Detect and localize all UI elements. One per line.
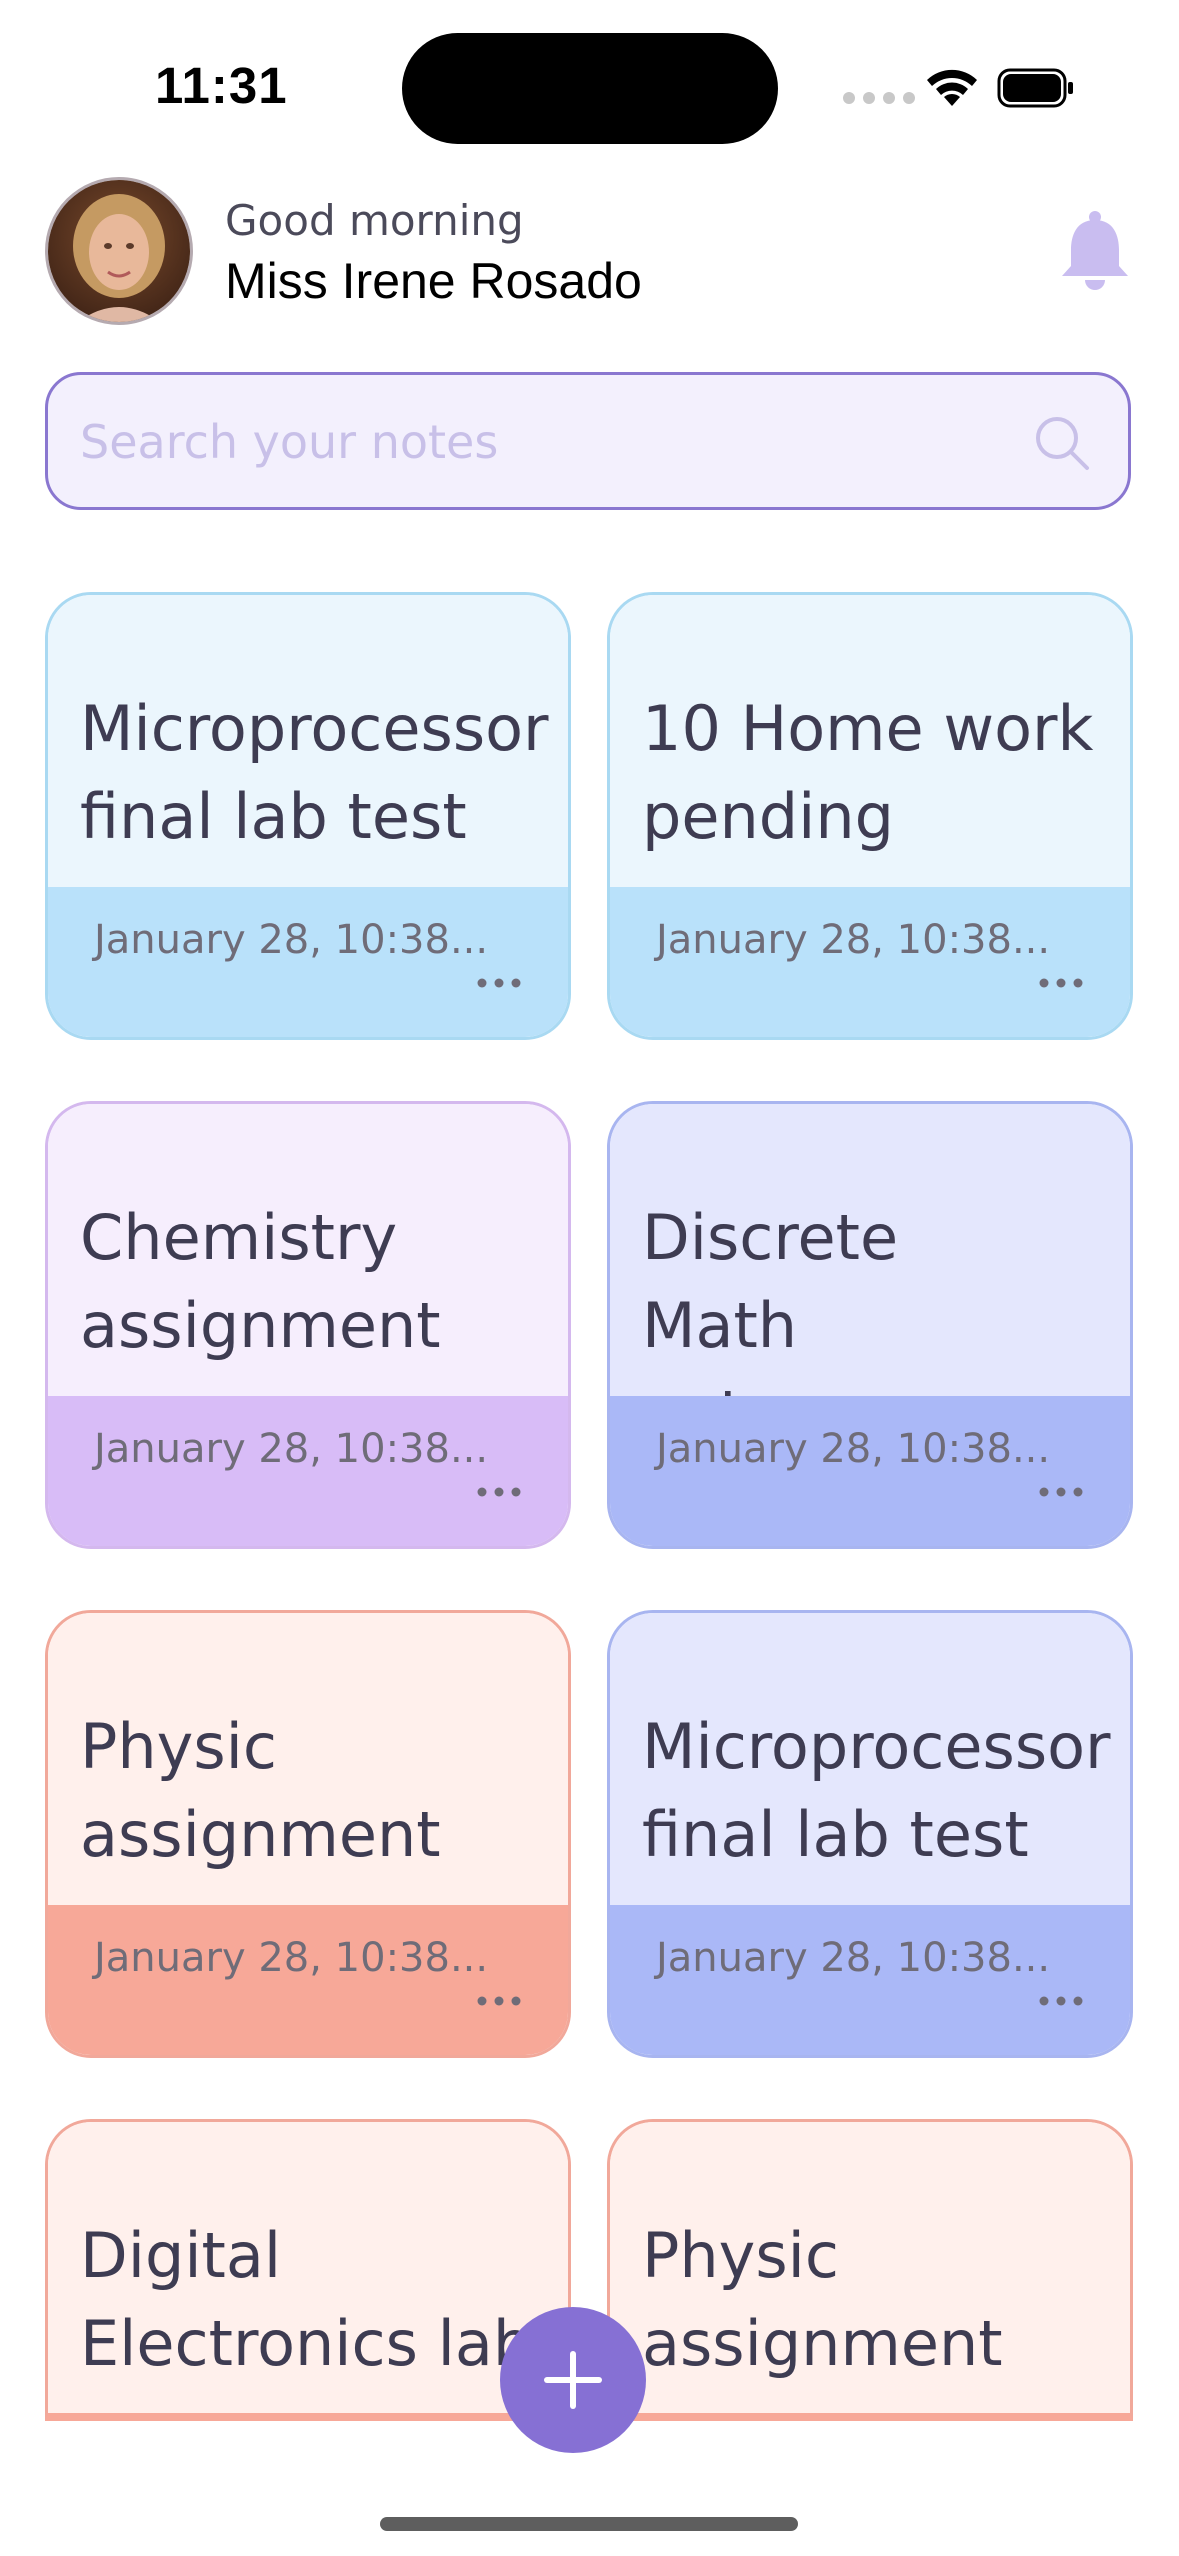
note-card-footer: January 28, 10:38... — [48, 1905, 568, 2055]
note-card-header: Microprocessor final lab test — [610, 1613, 1130, 1905]
more-options-icon[interactable] — [1038, 977, 1084, 989]
note-card[interactable]: Discrete Math notes January 28, 10:38... — [607, 1101, 1133, 1549]
note-title: Physic assignment — [80, 1710, 441, 1871]
bell-icon[interactable] — [1058, 210, 1132, 292]
note-title: Microprocessor final lab test — [642, 1710, 1111, 1871]
dynamic-island — [402, 33, 778, 144]
note-date: January 28, 10:38... — [94, 1426, 489, 1472]
user-avatar-icon — [48, 180, 190, 322]
note-card[interactable]: 10 Home work pending January 28, 10:38..… — [607, 592, 1133, 1040]
note-card-header: Physic assignment — [48, 1613, 568, 1905]
note-date: January 28, 10:38... — [94, 1935, 489, 1981]
user-name: Miss Irene Rosado — [225, 253, 642, 309]
note-card-header: Microprocessor final lab test — [48, 595, 568, 887]
note-card[interactable]: Physic assignment — [607, 2119, 1133, 2421]
note-date: January 28, 10:38... — [94, 917, 489, 963]
search-icon[interactable] — [1032, 413, 1092, 473]
note-card[interactable]: Physic assignment January 28, 10:38... — [45, 1610, 571, 2058]
note-card-header: Chemistry assignment — [48, 1104, 568, 1396]
note-title: Microprocessor final lab test — [80, 692, 549, 853]
note-card-footer: January 28, 10:38... — [610, 1905, 1130, 2055]
home-indicator[interactable] — [380, 2517, 798, 2531]
more-options-icon[interactable] — [1038, 1486, 1084, 1498]
note-date: January 28, 10:38... — [656, 1935, 1051, 1981]
greeting-text: Good morning — [225, 196, 524, 245]
plus-icon — [544, 2351, 602, 2409]
note-card-footer: January 28, 10:38... — [610, 1396, 1130, 1546]
note-card-header: Physic assignment — [610, 2122, 1130, 2413]
battery-icon — [997, 68, 1073, 108]
more-options-icon[interactable] — [476, 1486, 522, 1498]
cellular-signal-icon — [843, 92, 915, 104]
note-title: Physic assignment — [642, 2219, 1003, 2380]
note-date: January 28, 10:38... — [656, 1426, 1051, 1472]
wifi-icon — [927, 69, 977, 106]
note-title: Chemistry assignment — [80, 1201, 441, 1362]
note-card-header: 10 Home work pending — [610, 595, 1130, 887]
note-card[interactable]: Microprocessor final lab test January 28… — [607, 1610, 1133, 2058]
note-card-header: Discrete Math notes — [610, 1104, 1130, 1450]
search-input[interactable] — [78, 375, 982, 509]
note-card[interactable]: Microprocessor final lab test January 28… — [45, 592, 571, 1040]
note-card-footer: January 28, 10:38... — [610, 887, 1130, 1037]
note-title: 10 Home work pending — [642, 692, 1094, 853]
note-card-header: Digital Electronics lab — [48, 2122, 568, 2413]
more-options-icon[interactable] — [476, 977, 522, 989]
status-time: 11:31 — [155, 57, 288, 114]
note-card-footer: January 28, 10:38... — [48, 1396, 568, 1546]
add-note-button[interactable] — [500, 2307, 646, 2453]
note-date: January 28, 10:38... — [656, 917, 1051, 963]
note-card[interactable]: Chemistry assignment January 28, 10:38..… — [45, 1101, 571, 1549]
note-card[interactable]: Digital Electronics lab — [45, 2119, 571, 2421]
search-bar — [45, 372, 1131, 510]
note-title: Digital Electronics lab — [80, 2219, 533, 2380]
note-card-footer: January 28, 10:38... — [48, 887, 568, 1037]
more-options-icon[interactable] — [476, 1995, 522, 2007]
avatar[interactable] — [45, 177, 193, 325]
more-options-icon[interactable] — [1038, 1995, 1084, 2007]
